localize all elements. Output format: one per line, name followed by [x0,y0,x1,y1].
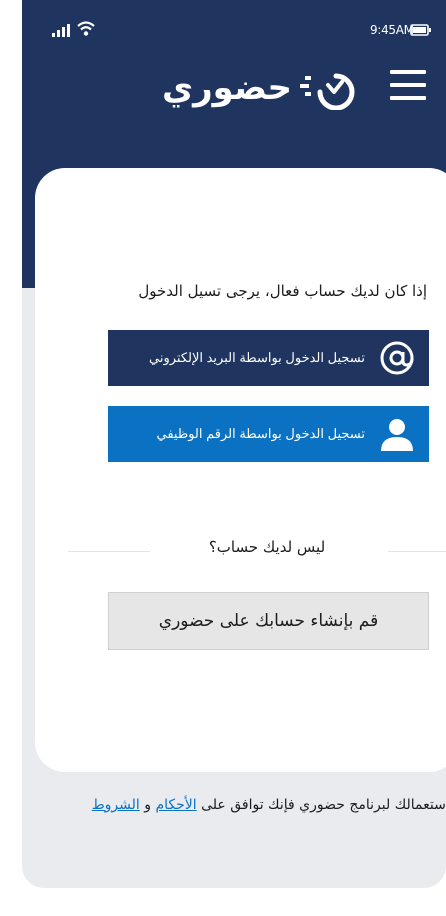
login-card [35,168,446,772]
status-time: 9:45AM [370,23,414,37]
create-account-button[interactable]: قم بإنشاء حسابك على حضوري [108,592,429,650]
logo-text: حضوري [161,68,292,108]
phone-screen: 9:45AM حضوري إذا كان لديك حساب فعال، يرج… [22,0,446,888]
battery-icon [410,24,431,36]
app-logo: حضوري [160,62,360,118]
status-bar: 9:45AM [22,0,446,56]
terms-text: باستعمالك لبرنامج حضوري فإنك توافق على [201,797,446,813]
user-icon [381,419,413,451]
email-login-label: تسجيل الدخول بواسطة البريد الإلكتروني [149,350,365,365]
hamburger-menu-icon[interactable] [390,70,426,100]
login-prompt: إذا كان لديك حساب فعال، يرجى تسيل الدخول [138,282,427,300]
divider-left [68,551,150,552]
wifi-icon [77,21,95,36]
terms-link[interactable]: الأحكام [155,797,196,813]
divider-right [388,551,446,552]
email-login-button[interactable]: تسجيل الدخول بواسطة البريد الإلكتروني [108,330,429,386]
at-sign-icon [380,341,414,375]
conditions-link[interactable]: الشروط [92,797,140,813]
terms-notice: باستعمالك لبرنامج حضوري فإنك توافق على ا… [46,796,446,815]
no-account-text: ليس لديك حساب؟ [208,538,326,556]
signal-icon [52,24,70,37]
logo-clock-icon [300,73,355,110]
employee-id-login-button[interactable]: تسجيل الدخول بواسطة الرقم الوظيفي [108,406,429,462]
terms-conjunction: و [144,797,151,813]
employee-id-login-label: تسجيل الدخول بواسطة الرقم الوظيفي [156,426,365,441]
